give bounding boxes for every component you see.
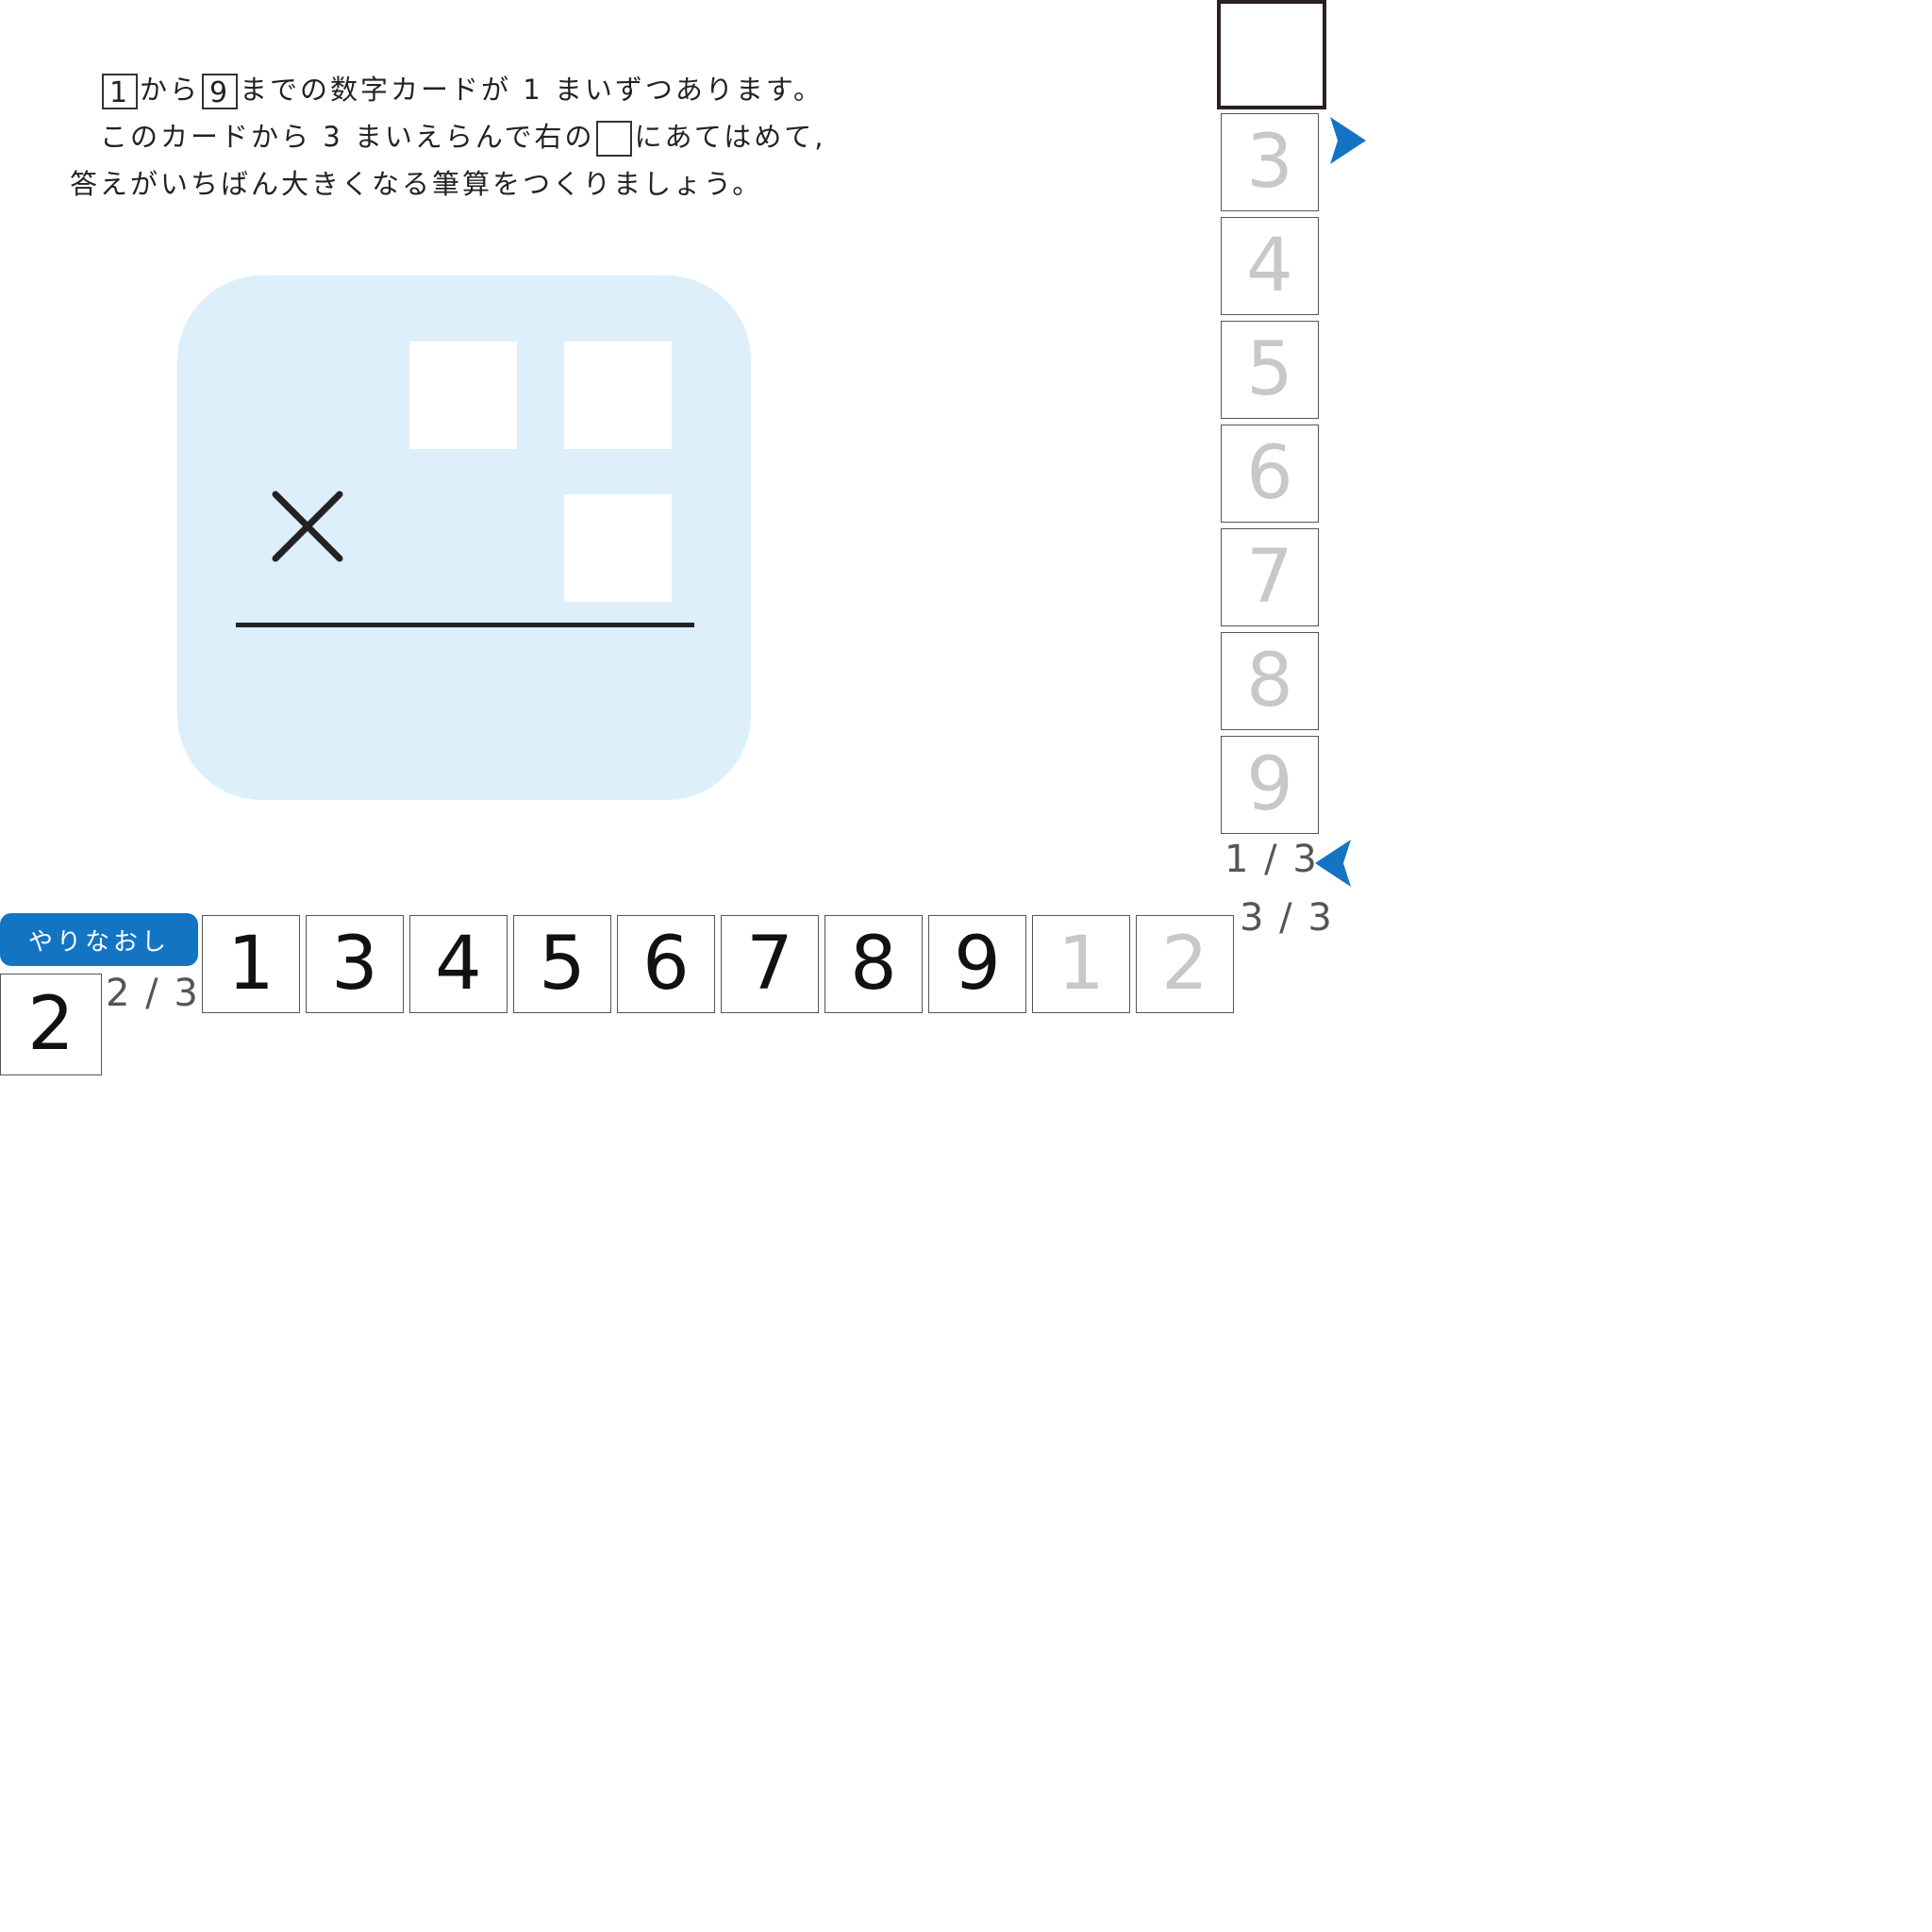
question-text: 答えがいちばん大きくなる筆算をつくりましょう。 xyxy=(70,168,763,200)
horizontal-card-1-used[interactable]: 1 xyxy=(1032,915,1130,1013)
question-text: までの数字カードが xyxy=(240,74,512,106)
vertical-card-6[interactable]: 6 xyxy=(1221,425,1319,523)
horizontal-card-6[interactable]: 6 xyxy=(617,915,715,1013)
vertical-card-7[interactable]: 7 xyxy=(1221,528,1319,626)
vertical-card-8[interactable]: 8 xyxy=(1221,632,1319,730)
multiplicand-ones-slot[interactable] xyxy=(564,341,672,449)
horizontal-strip-pager: 3 / 3 xyxy=(1240,896,1334,940)
vertical-card-3[interactable]: 3 xyxy=(1221,113,1319,211)
question-text: から xyxy=(140,74,201,106)
question-line-3: 答えがいちばん大きくなる筆算をつくりましょう。 xyxy=(70,162,762,202)
horizontal-card-2-used[interactable]: 2 xyxy=(1136,915,1234,1013)
vertical-strip-drop-box[interactable] xyxy=(1217,0,1326,109)
question-text: にあてはめて, xyxy=(634,121,826,153)
vertical-card-9[interactable]: 9 xyxy=(1221,736,1319,834)
horizontal-card-1[interactable]: 1 xyxy=(202,915,300,1013)
horizontal-card-5[interactable]: 5 xyxy=(513,915,611,1013)
question-count: 1 xyxy=(523,74,543,106)
horizontal-card-4[interactable]: 4 xyxy=(409,915,508,1013)
question-line-1: 1 から 9 までの数字カードが 1 まいずつあります。 xyxy=(100,68,824,109)
multiplier-ones-slot[interactable] xyxy=(564,494,672,602)
multiplicand-tens-slot[interactable] xyxy=(409,341,517,449)
page-next-arrow-icon[interactable] xyxy=(1326,115,1368,166)
horizontal-card-8[interactable]: 8 xyxy=(824,915,923,1013)
question-card-9: 9 xyxy=(202,74,239,109)
reset-button[interactable]: やりなおし xyxy=(0,913,198,966)
vertical-card-5[interactable]: 5 xyxy=(1221,321,1319,419)
small-strip-card-2[interactable]: 2 xyxy=(0,974,102,1075)
question-count: 3 xyxy=(323,121,343,153)
multiply-sign-icon xyxy=(272,491,343,562)
multiplication-work-area xyxy=(177,275,751,800)
question-text: まいずつあります。 xyxy=(554,74,824,106)
page-prev-arrow-icon[interactable] xyxy=(1313,838,1355,889)
vertical-card-4[interactable]: 4 xyxy=(1221,217,1319,315)
small-strip-pager: 2 / 3 xyxy=(106,972,200,1015)
answer-rule-line xyxy=(236,623,694,627)
question-text: まいえらんで右の xyxy=(354,121,595,153)
question-blank-box xyxy=(596,121,633,157)
question-line-2: このカードから 3 まいえらんで右の にあてはめて, xyxy=(100,115,826,157)
horizontal-card-7[interactable]: 7 xyxy=(721,915,819,1013)
horizontal-card-3[interactable]: 3 xyxy=(306,915,404,1013)
horizontal-card-9[interactable]: 9 xyxy=(928,915,1026,1013)
question-text: このカードから xyxy=(100,121,312,153)
question-card-1: 1 xyxy=(102,74,138,109)
reset-button-label: やりなおし xyxy=(27,927,170,957)
vertical-strip-pager: 1 / 3 xyxy=(1224,838,1319,881)
